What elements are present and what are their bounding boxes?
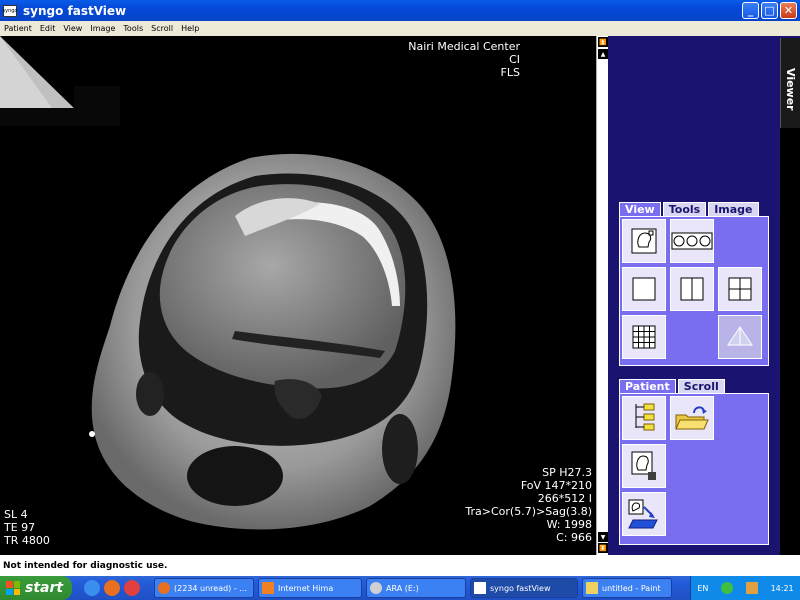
patient-tabs: Patient Scroll	[619, 379, 725, 393]
close-button[interactable]: ✕	[780, 2, 797, 19]
menu-help[interactable]: Help	[181, 24, 199, 33]
overlay-fov: FoV 147*210	[520, 479, 592, 492]
task-internet-label: Internet Hima	[278, 583, 334, 593]
task-syngo[interactable]: syngo fastView	[470, 578, 578, 598]
network-icon[interactable]	[721, 582, 734, 594]
maximize-button[interactable]: □	[761, 2, 778, 19]
ie-icon[interactable]	[84, 580, 100, 596]
language-indicator[interactable]: EN	[697, 584, 708, 593]
overlay-center: C: 966	[556, 531, 592, 544]
tab-tools[interactable]: Tools	[662, 202, 707, 216]
status-bar: Not intended for diagnostic use.	[0, 555, 800, 576]
multi-image-icon[interactable]	[670, 219, 714, 263]
overlay-slice: SL 4	[4, 508, 28, 521]
syngo-task-icon	[474, 582, 486, 594]
paint-task-icon	[586, 582, 598, 594]
patient-browser-icon[interactable]	[622, 396, 666, 440]
layout-2x2-icon[interactable]	[718, 267, 762, 311]
layout-4x4-icon[interactable]	[622, 315, 666, 359]
save-image-icon[interactable]	[622, 444, 666, 488]
overlay-bottom-right: SP H27.3 FoV 147*210 266*512 I Tra>Cor(5…	[372, 466, 592, 544]
tab-patient[interactable]: Patient	[619, 379, 676, 393]
tab-scroll[interactable]: Scroll	[677, 379, 725, 393]
menu-image[interactable]: Image	[90, 24, 115, 33]
menu-edit[interactable]: Edit	[40, 24, 56, 33]
tab-image[interactable]: Image	[708, 202, 759, 216]
window-title: syngo fastView	[23, 3, 127, 18]
menu-tools[interactable]: Tools	[123, 24, 143, 33]
image-viewer[interactable]: Nairi Medical Center CI FLS SL 4 TE 97 T…	[0, 36, 596, 555]
overlay-tr: TR 4800	[4, 534, 50, 547]
viewer-tab[interactable]: Viewer	[780, 38, 800, 128]
control-panel: Viewer View Tools Image Patient Scroll	[608, 36, 800, 555]
start-label: start	[25, 580, 64, 596]
system-tray: EN 14:21	[690, 576, 800, 600]
export-icon[interactable]	[622, 492, 666, 536]
task-internet[interactable]: Internet Hima	[258, 578, 362, 598]
clock: 14:21	[770, 583, 794, 593]
image-scrollbar[interactable]: ⏫ ▲ ▼ ⏬	[596, 36, 608, 555]
task-drive-label: ARA (E:)	[386, 583, 419, 593]
minimize-button[interactable]: _	[742, 2, 759, 19]
title-bar: syngo syngo fastView _ □ ✕	[0, 0, 800, 21]
volume-icon[interactable]	[718, 315, 762, 359]
task-drive[interactable]: ARA (E:)	[366, 578, 466, 598]
single-image-icon[interactable]	[622, 219, 666, 263]
scroll-down-icon[interactable]: ▼	[598, 532, 608, 542]
task-mail[interactable]: (2234 unread) - ...	[154, 578, 254, 598]
overlay-bottom-left: SL 4 TE 97 TR 4800	[4, 508, 50, 547]
opera-icon[interactable]	[124, 580, 140, 596]
overlay-orientation: Tra>Cor(5.7)>Sag(3.8)	[465, 505, 592, 518]
app-task-icon	[262, 582, 274, 594]
overlay-fls: FLS	[500, 66, 520, 79]
tray-app-icon[interactable]	[745, 582, 758, 594]
taskbar: start (2234 unread) - ... Internet Hima …	[0, 576, 800, 600]
layout-1x1-icon[interactable]	[622, 267, 666, 311]
app-icon: syngo	[3, 4, 17, 17]
windows-logo-icon	[6, 581, 20, 595]
scroll-first-icon[interactable]: ⏫	[598, 37, 608, 47]
overlay-ci: CI	[509, 53, 520, 66]
view-tabs: View Tools Image	[619, 202, 759, 216]
open-folder-icon[interactable]	[670, 396, 714, 440]
patient-panel	[619, 393, 769, 545]
view-panel	[619, 216, 769, 366]
task-paint-label: untitled - Paint	[602, 583, 661, 593]
institution-name: Nairi Medical Center	[408, 40, 520, 53]
firefox-task-icon	[158, 582, 170, 594]
menu-scroll[interactable]: Scroll	[151, 24, 173, 33]
menu-bar: Patient Edit View Image Tools Scroll Hel…	[0, 21, 800, 36]
scroll-last-icon[interactable]: ⏬	[598, 543, 608, 553]
overlay-window: W: 1998	[546, 518, 592, 531]
task-mail-label: (2234 unread) - ...	[174, 583, 247, 593]
layout-1x2-icon[interactable]	[670, 267, 714, 311]
page-fold-icon[interactable]	[0, 36, 74, 108]
menu-view[interactable]: View	[63, 24, 82, 33]
scroll-up-icon[interactable]: ▲	[598, 49, 608, 59]
overlay-matrix: 266*512 I	[537, 492, 592, 505]
menu-patient[interactable]: Patient	[4, 24, 32, 33]
quick-launch	[84, 580, 140, 596]
panel-strip	[780, 128, 800, 555]
viewer-tab-label: Viewer	[784, 68, 797, 111]
drive-task-icon	[370, 582, 382, 594]
firefox-icon[interactable]	[104, 580, 120, 596]
start-button[interactable]: start	[0, 576, 72, 600]
overlay-top-right: Nairi Medical Center CI FLS	[320, 40, 520, 79]
tab-view[interactable]: View	[619, 202, 661, 216]
disclaimer-text: Not intended for diagnostic use.	[3, 560, 168, 571]
overlay-sp: SP H27.3	[542, 466, 592, 479]
task-syngo-label: syngo fastView	[490, 583, 551, 593]
overlay-te: TE 97	[4, 521, 36, 534]
task-paint[interactable]: untitled - Paint	[582, 578, 672, 598]
